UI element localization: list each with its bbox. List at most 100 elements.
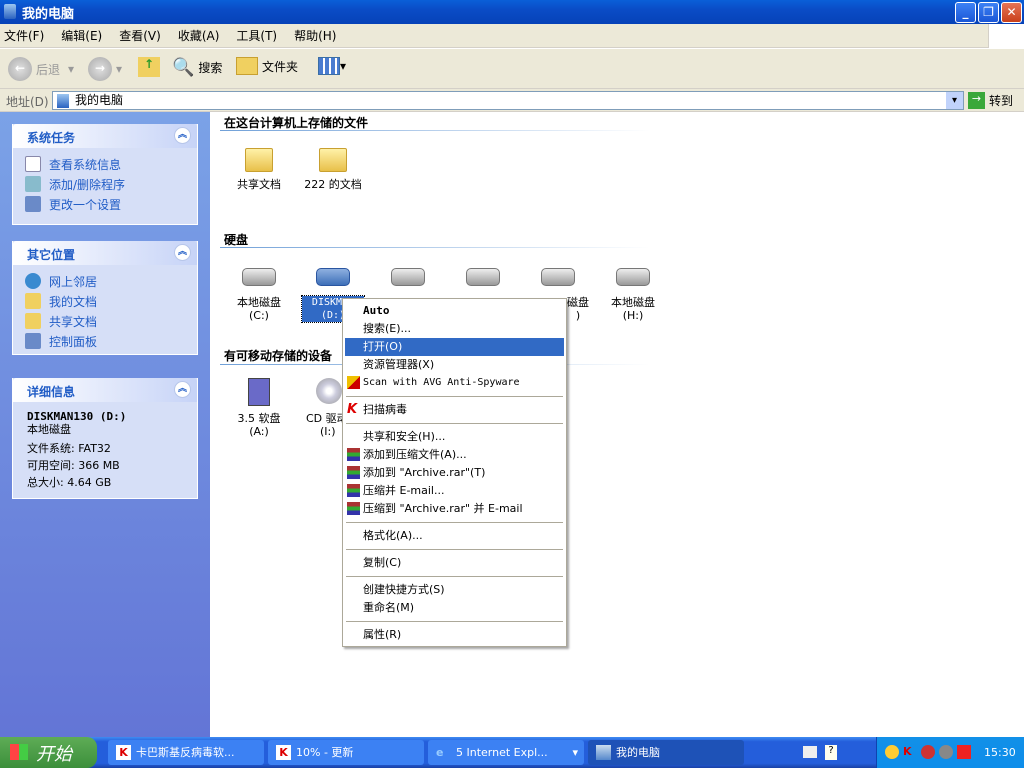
my-documents-icon <box>25 293 41 309</box>
link-shared-documents[interactable]: 共享文档 <box>13 311 197 331</box>
item-label: 压缩到 "Archive.rar" 并 E-mail <box>363 502 523 515</box>
menu-item-add-archive-rar[interactable]: 添加到 "Archive.rar"(T) <box>345 464 564 482</box>
drive-a-floppy[interactable]: 3.5 软盘 (A:) <box>222 378 296 438</box>
search-button[interactable]: 🔍 搜索 <box>172 57 222 78</box>
folder-user-documents[interactable]: 222 的文档 <box>296 148 370 191</box>
link-system-info[interactable]: 查看系统信息 <box>13 154 197 174</box>
detail-total-size: 总大小: 4.64 GB <box>27 476 112 489</box>
volume-icon[interactable] <box>939 745 953 759</box>
toolbar: ← 后退 ▾ → ▾ ↑ 🔍 搜索 文件夹 ▾ <box>0 49 1024 89</box>
go-label: 转到 <box>989 94 1014 108</box>
menu-item-compress-email[interactable]: 压缩并 E-mail... <box>345 482 564 500</box>
go-arrow-icon: → <box>968 92 985 109</box>
menu-item-explore[interactable]: 资源管理器(X) <box>345 356 564 374</box>
link-label: 更改一个设置 <box>49 197 122 212</box>
link-add-remove[interactable]: 添加/删除程序 <box>13 174 197 194</box>
menu-item-copy[interactable]: 复制(C) <box>345 554 564 572</box>
link-label: 共享文档 <box>49 314 98 329</box>
clock[interactable]: 15:30 <box>984 746 1016 759</box>
link-network[interactable]: 网上邻居 <box>13 271 197 291</box>
menu-edit[interactable]: 编辑(E) <box>61 27 102 44</box>
menu-separator <box>346 576 563 577</box>
tray-icon[interactable] <box>885 745 899 759</box>
menu-item-compress-rar-email[interactable]: 压缩到 "Archive.rar" 并 E-mail <box>345 500 564 518</box>
other-places-panel: 其它位置 ︽ 网上邻居 我的文档 共享文档 控制面板 <box>12 241 198 355</box>
drive-e[interactable] <box>371 268 445 296</box>
task-internet-explorer[interactable]: e5 Internet Expl... ▾ <box>428 740 584 765</box>
hard-drive-icon <box>466 268 500 286</box>
up-folder-button[interactable]: ↑ <box>138 57 160 77</box>
menu-item-auto[interactable]: Auto <box>345 302 564 320</box>
computer-icon <box>57 94 69 108</box>
start-button[interactable]: 开始 <box>0 737 97 768</box>
menu-item-create-shortcut[interactable]: 创建快捷方式(S) <box>345 581 564 599</box>
details-header[interactable]: 详细信息 ︽ <box>13 378 197 402</box>
folders-button[interactable]: 文件夹 <box>236 57 298 75</box>
system-tasks-panel: 系统任务 ︽ 查看系统信息 添加/删除程序 更改一个设置 <box>12 124 198 225</box>
menu-item-scan-virus[interactable]: K 扫描病毒 <box>345 401 564 419</box>
link-control-panel[interactable]: 控制面板 <box>13 331 197 351</box>
winrar-icon <box>347 448 360 461</box>
computer-icon <box>4 4 16 19</box>
task-kaspersky[interactable]: K 卡巴斯基反病毒软... <box>108 740 264 765</box>
menu-help[interactable]: 帮助(H) <box>294 27 336 44</box>
collapse-icon[interactable]: ︽ <box>174 381 191 398</box>
hard-drive-icon <box>541 268 575 286</box>
taskbar: 开始 K 卡巴斯基反病毒软... K 10% - 更新 e 5 Internet Ex… <box>0 737 1024 768</box>
task-label: 我的电脑 <box>616 746 660 759</box>
close-button[interactable]: ✕ <box>1001 2 1022 23</box>
tray-app-icon[interactable] <box>957 745 971 759</box>
collapse-icon[interactable]: ︽ <box>174 127 191 144</box>
item-label: 添加到 "Archive.rar"(T) <box>363 466 486 479</box>
link-my-documents[interactable]: 我的文档 <box>13 291 197 311</box>
views-button[interactable]: ▾ <box>318 57 346 75</box>
address-input[interactable]: 我的电脑 ▾ <box>52 91 964 110</box>
security-shield-icon[interactable] <box>921 745 935 759</box>
content-area: 在这台计算机上存储的文件 共享文档 222 的文档 硬盘 本地磁盘 (C:) DI… <box>210 112 1024 737</box>
drive-h[interactable]: 本地磁盘 (H:) <box>596 268 670 322</box>
system-tasks-header[interactable]: 系统任务 ︽ <box>13 124 197 148</box>
help-icon[interactable]: ? <box>825 745 837 760</box>
link-change-setting[interactable]: 更改一个设置 <box>13 194 197 214</box>
menu-favorites[interactable]: 收藏(A) <box>178 27 220 44</box>
drive-f[interactable] <box>446 268 520 296</box>
task-update[interactable]: K 10% - 更新 <box>268 740 424 765</box>
other-places-header[interactable]: 其它位置 ︽ <box>13 241 197 265</box>
task-my-computer[interactable]: 我的电脑 <box>588 740 744 765</box>
back-button[interactable]: ← 后退 ▾ <box>8 57 74 81</box>
menu-item-open[interactable]: 打开(O) <box>345 338 564 356</box>
detail-name: DISKMAN130 (D:) <box>27 410 127 423</box>
address-dropdown[interactable]: ▾ <box>946 92 963 109</box>
item-label: 添加到压缩文件(A)... <box>363 448 467 461</box>
add-remove-icon <box>25 176 41 192</box>
menu-tools[interactable]: 工具(T) <box>236 27 277 44</box>
go-button[interactable]: → 转到 <box>968 92 1013 109</box>
menu-file[interactable]: 文件(F) <box>4 27 44 44</box>
item-label: 压缩并 E-mail... <box>363 484 445 497</box>
keyboard-icon[interactable] <box>803 746 817 758</box>
hard-drive-icon <box>242 268 276 286</box>
section-removable: 有可移动存储的设备 <box>224 349 333 363</box>
menu-bar: 文件(F) 编辑(E) 查看(V) 收藏(A) 工具(T) 帮助(H) <box>0 24 1024 48</box>
menu-item-add-archive[interactable]: 添加到压缩文件(A)... <box>345 446 564 464</box>
folder-shared-documents[interactable]: 共享文档 <box>222 148 296 191</box>
hard-drive-icon <box>616 268 650 286</box>
menu-view[interactable]: 查看(V) <box>119 27 161 44</box>
details-panel: 详细信息 ︽ DISKMAN130 (D:) 本地磁盘 文件系统: FAT32 可… <box>12 378 198 499</box>
kaspersky-tray-icon[interactable]: K <box>903 745 912 758</box>
menu-item-sharing[interactable]: 共享和安全(H)... <box>345 428 564 446</box>
collapse-icon[interactable]: ︽ <box>174 244 191 261</box>
back-arrow-icon: ← <box>8 57 32 81</box>
minimize-button[interactable]: _ <box>955 2 976 23</box>
restore-button[interactable]: ❐ <box>978 2 999 23</box>
menu-item-properties[interactable]: 属性(R) <box>345 626 564 644</box>
forward-button[interactable]: → ▾ <box>88 57 122 81</box>
menu-item-format[interactable]: 格式化(A)... <box>345 527 564 545</box>
link-label: 网上邻居 <box>49 274 98 289</box>
menu-item-avg-scan[interactable]: Scan with AVG Anti-Spyware <box>345 374 564 392</box>
system-info-icon <box>25 156 41 172</box>
menu-item-search[interactable]: 搜索(E)... <box>345 320 564 338</box>
folder-icon <box>25 313 41 329</box>
menu-item-rename[interactable]: 重命名(M) <box>345 599 564 617</box>
drive-c[interactable]: 本地磁盘 (C:) <box>222 268 296 322</box>
